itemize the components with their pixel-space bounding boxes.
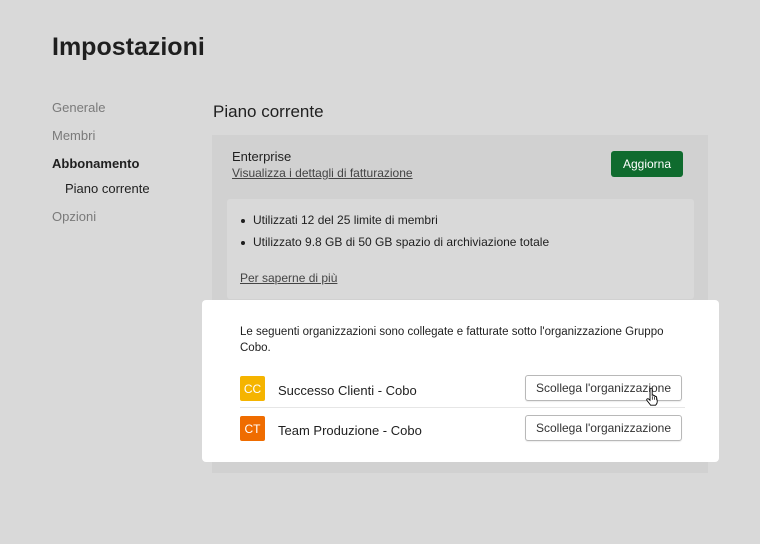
org-row: CC Successo Clienti - Cobo Scollega l'or… — [240, 370, 685, 408]
section-title: Piano corrente — [213, 102, 324, 121]
usage-list: Utilizzati 12 del 25 limite di membri Ut… — [240, 213, 549, 257]
sidebar-item-membri[interactable]: Membri — [52, 128, 150, 156]
settings-sidebar: Generale Membri Abbonamento Piano corren… — [52, 100, 150, 237]
org-row: CT Team Produzione - Cobo Scollega l'org… — [240, 410, 685, 448]
hand-pointer-icon — [646, 388, 658, 406]
plan-name: Enterprise — [232, 149, 292, 164]
org-name: Team Produzione - Cobo — [278, 423, 422, 438]
usage-members: Utilizzati 12 del 25 limite di membri — [240, 213, 549, 235]
sidebar-item-piano-corrente[interactable]: Piano corrente — [52, 181, 150, 209]
sidebar-item-opzioni[interactable]: Opzioni — [52, 209, 150, 237]
learn-more-link[interactable]: Per saperne di più — [240, 271, 337, 285]
linked-orgs-description: Le seguenti organizzazioni sono collegat… — [240, 326, 664, 354]
org-name: Successo Clienti - Cobo — [278, 383, 417, 398]
org-avatar: CC — [240, 376, 265, 401]
org-avatar: CT — [240, 416, 265, 441]
sidebar-item-abbonamento[interactable]: Abbonamento — [52, 156, 150, 181]
billing-details-link[interactable]: Visualizza i dettagli di fatturazione — [232, 166, 413, 180]
unlink-org-button[interactable]: Scollega l'organizzazione — [525, 415, 682, 441]
upgrade-button[interactable]: Aggiorna — [611, 151, 683, 177]
usage-storage: Utilizzato 9.8 GB di 50 GB spazio di arc… — [240, 235, 549, 257]
page-title: Impostazioni — [52, 33, 205, 61]
sidebar-item-generale[interactable]: Generale — [52, 100, 150, 128]
